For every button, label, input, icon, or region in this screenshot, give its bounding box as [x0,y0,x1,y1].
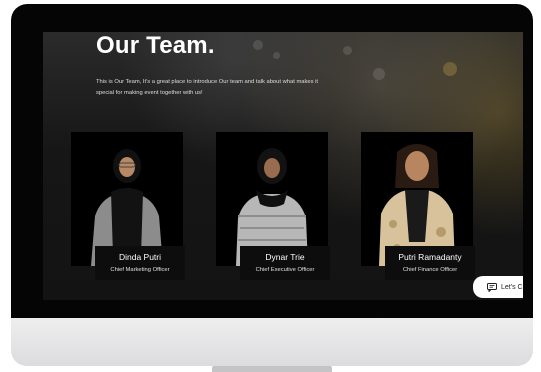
team-member-role: Chief Marketing Officer [110,267,170,273]
bokeh-light [373,68,385,80]
chat-widget-label: Let's C [501,283,523,291]
team-member-nameplate: Dinda Putri Chief Marketing Officer [95,246,185,280]
team-member-nameplate: Putri Ramadanty Chief Finance Officer [385,246,475,280]
team-member-name: Putri Ramadanty [398,252,462,262]
team-member-role: Chief Executive Officer [255,267,315,273]
bokeh-light [443,62,457,76]
chat-icon [487,282,497,292]
website-screen: Our Team. This is Our Team, It's a great… [43,32,523,300]
chat-widget-button[interactable]: Let's C [473,276,523,298]
team-member-name: Dynar Trie [265,252,305,262]
bokeh-light [273,52,280,59]
monitor-stand [212,366,332,372]
monitor-chin [11,318,533,366]
page-title: Our Team. [96,32,215,59]
team-member-role: Chief Finance Officer [402,267,458,273]
team-member-name: Dinda Putri [118,252,162,262]
team-member-nameplate: Dynar Trie Chief Executive Officer [240,246,330,280]
bokeh-light [343,46,352,55]
intro-text: This is Our Team, It's a great place to … [96,79,319,96]
bokeh-light [253,40,263,50]
monitor-frame: Our Team. This is Our Team, It's a great… [11,4,533,366]
